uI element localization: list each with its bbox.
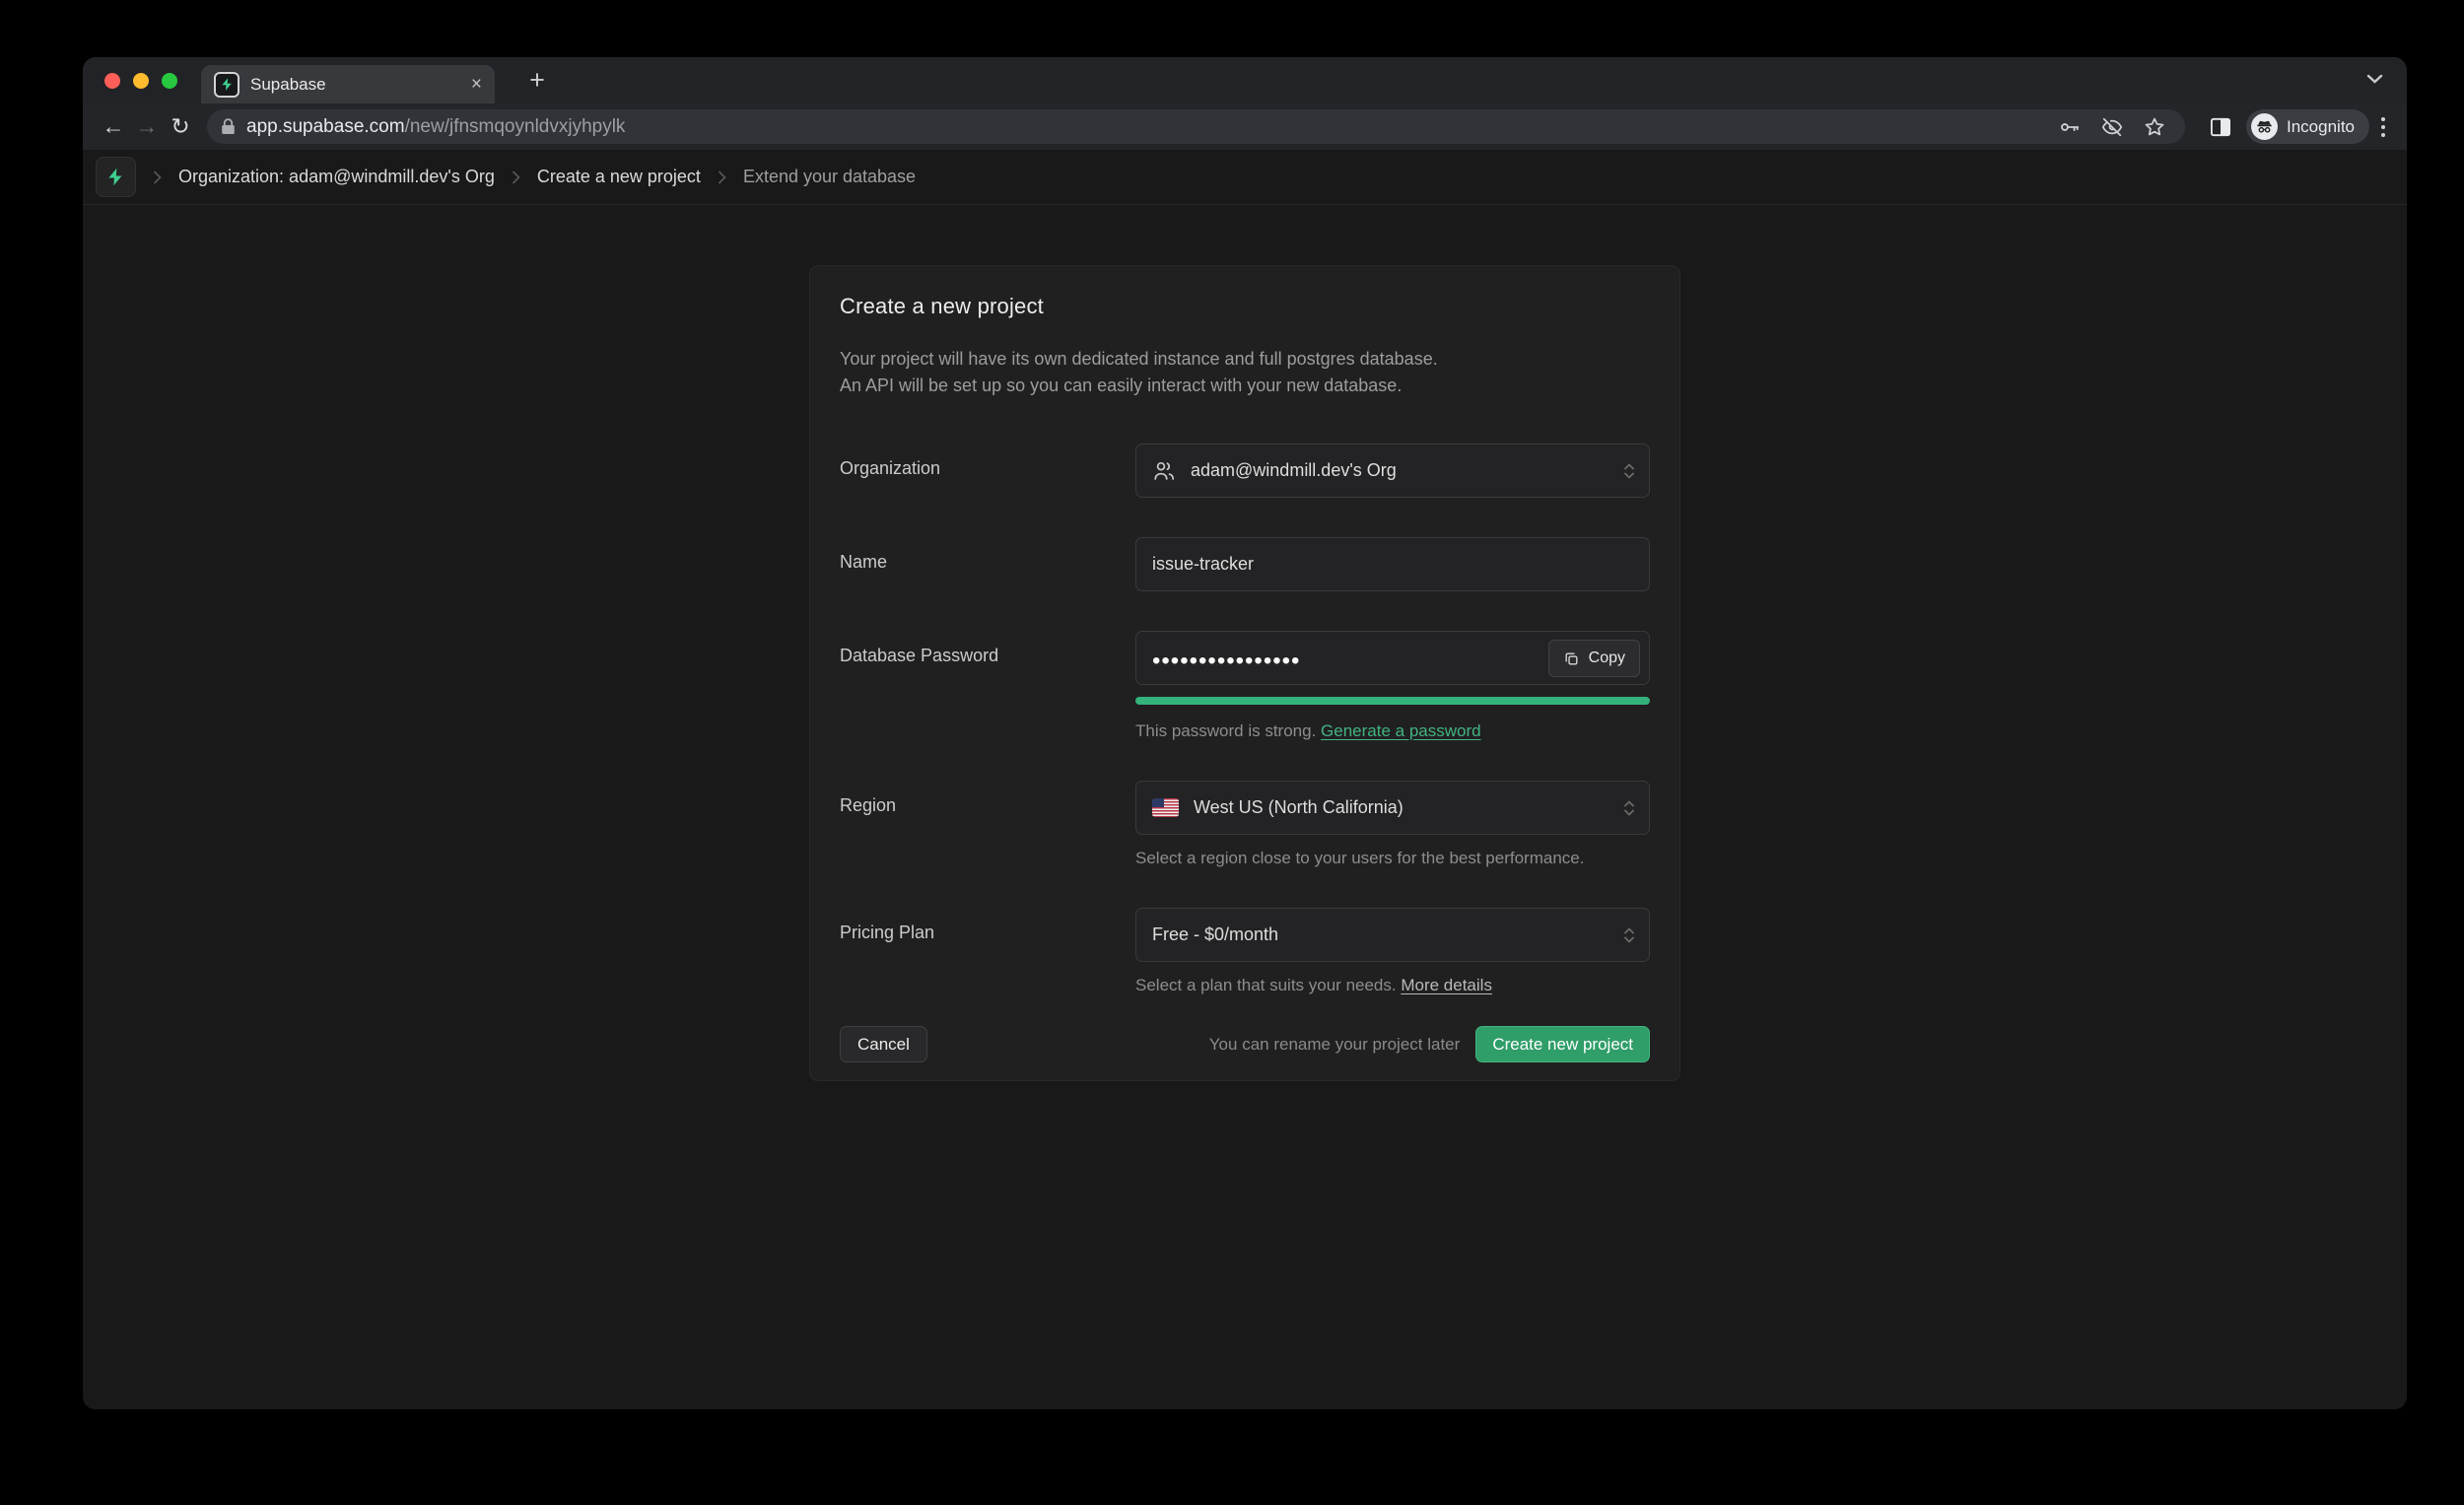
region-select[interactable]: West US (North California): [1135, 781, 1650, 835]
chevron-right-icon: [152, 170, 163, 185]
password-input[interactable]: •••••••••••••••• Copy: [1135, 631, 1650, 685]
lock-icon[interactable]: [221, 118, 236, 135]
back-arrow-icon: ←: [103, 113, 125, 140]
pricing-column: Free - $0/month Select a plan that suits…: [1135, 908, 1650, 995]
url-text: app.supabase.com/new/jfnsmqoynldvxjyhpyl…: [246, 116, 625, 138]
page-content: Organization: adam@windmill.dev's Org Cr…: [83, 150, 2407, 1409]
supabase-favicon-icon: [214, 72, 240, 98]
card-footer: Cancel You can rename your project later…: [840, 1026, 1650, 1062]
name-value: issue-tracker: [1152, 554, 1254, 575]
side-panel-icon[interactable]: [2205, 111, 2236, 143]
us-flag-icon: [1152, 798, 1179, 817]
browser-menu-button[interactable]: [2381, 117, 2385, 137]
page-title: Create a new project: [840, 294, 1650, 319]
name-row: Name issue-tracker: [840, 537, 1650, 591]
region-column: West US (North California) Select a regi…: [1135, 781, 1650, 868]
create-project-card: Create a new project Your project will h…: [809, 265, 1680, 1081]
pricing-value: Free - $0/month: [1152, 924, 1278, 945]
name-input[interactable]: issue-tracker: [1135, 537, 1650, 591]
reload-button[interactable]: ↻: [164, 110, 197, 144]
window-zoom-button[interactable]: [162, 73, 177, 89]
chevron-right-icon: [511, 170, 521, 185]
pricing-helper: Select a plan that suits your needs. Mor…: [1135, 976, 1650, 995]
incognito-spy-icon: [2251, 113, 2278, 140]
name-label: Name: [840, 537, 1135, 591]
password-row: Database Password •••••••••••••••• Copy: [840, 631, 1650, 741]
strength-text: This password is strong.: [1135, 721, 1316, 740]
breadcrumb-extend-database: Extend your database: [743, 167, 916, 187]
forward-arrow-icon: →: [136, 113, 159, 140]
select-chevrons-icon: [1621, 798, 1637, 818]
select-chevrons-icon: [1621, 925, 1637, 945]
main-area: Create a new project Your project will h…: [83, 205, 2407, 1081]
generate-password-link[interactable]: Generate a password: [1321, 721, 1481, 740]
reload-icon: ↻: [171, 113, 189, 140]
chevron-right-icon: [717, 170, 727, 185]
eye-off-icon[interactable]: [2101, 116, 2123, 138]
rename-note: You can rename your project later: [1209, 1035, 1461, 1055]
tab-title: Supabase: [250, 75, 326, 95]
tab-strip: Supabase × +: [83, 57, 2407, 103]
url-domain: app.supabase.com: [246, 116, 405, 137]
forward-button[interactable]: →: [130, 110, 164, 144]
breadcrumb: Organization: adam@windmill.dev's Org Cr…: [83, 150, 2407, 205]
organization-select[interactable]: adam@windmill.dev's Org: [1135, 444, 1650, 498]
pricing-row: Pricing Plan Free - $0/month Select a pl…: [840, 908, 1650, 995]
copy-icon: [1563, 650, 1580, 667]
password-helper: This password is strong. Generate a pass…: [1135, 721, 1650, 741]
plus-icon: +: [529, 67, 545, 94]
omnibox-actions: [2059, 116, 2171, 138]
breadcrumb-organization[interactable]: Organization: adam@windmill.dev's Org: [178, 167, 495, 187]
browser-window: Supabase × + ← → ↻ app.supabase.com/new/…: [83, 57, 2407, 1409]
pricing-select[interactable]: Free - $0/month: [1135, 908, 1650, 962]
pricing-helper-text: Select a plan that suits your needs.: [1135, 976, 1397, 994]
footer-right: You can rename your project later Create…: [1209, 1026, 1650, 1062]
region-row: Region West US (North California) Select…: [840, 781, 1650, 868]
password-label: Database Password: [840, 631, 1135, 741]
bookmark-star-icon[interactable]: [2144, 116, 2165, 138]
pricing-label: Pricing Plan: [840, 908, 1135, 995]
address-bar[interactable]: app.supabase.com/new/jfnsmqoynldvxjyhpyl…: [207, 109, 2185, 144]
create-new-project-button[interactable]: Create new project: [1475, 1026, 1650, 1062]
password-strength-bar: [1135, 697, 1650, 705]
browser-toolbar: ← → ↻ app.supabase.com/new/jfnsmqoynldvx…: [83, 103, 2407, 150]
organization-row: Organization adam@windmill.dev's Org: [840, 444, 1650, 498]
project-form: Organization adam@windmill.dev's Org: [840, 444, 1650, 1062]
incognito-badge: Incognito: [2246, 109, 2369, 144]
back-button[interactable]: ←: [97, 110, 130, 144]
window-close-button[interactable]: [104, 73, 120, 89]
breadcrumb-create-project[interactable]: Create a new project: [537, 167, 701, 187]
window-minimize-button[interactable]: [133, 73, 149, 89]
region-label: Region: [840, 781, 1135, 868]
organization-label: Organization: [840, 444, 1135, 498]
browser-tab-supabase[interactable]: Supabase ×: [201, 65, 495, 103]
tab-search-chevron-icon[interactable]: [2366, 73, 2383, 85]
password-key-icon[interactable]: [2059, 116, 2081, 138]
window-controls: [104, 73, 177, 89]
description-line-1: Your project will have its own dedicated…: [840, 346, 1650, 373]
cancel-button[interactable]: Cancel: [840, 1026, 927, 1062]
incognito-label: Incognito: [2287, 117, 2355, 137]
tab-close-icon[interactable]: ×: [471, 75, 482, 94]
new-tab-button[interactable]: +: [520, 63, 554, 97]
more-details-link[interactable]: More details: [1401, 976, 1492, 994]
users-icon: [1152, 459, 1176, 483]
card-description: Your project will have its own dedicated…: [840, 346, 1650, 399]
url-path: /new/jfnsmqoynldvxjyhpylk: [405, 116, 626, 137]
copy-label: Copy: [1589, 650, 1625, 667]
region-helper: Select a region close to your users for …: [1135, 849, 1650, 868]
region-value: West US (North California): [1194, 797, 1403, 818]
description-line-2: An API will be set up so you can easily …: [840, 373, 1650, 399]
copy-button[interactable]: Copy: [1548, 640, 1640, 677]
select-chevrons-icon: [1621, 461, 1637, 481]
password-masked-value: ••••••••••••••••: [1152, 644, 1300, 673]
password-column: •••••••••••••••• Copy This p: [1135, 631, 1650, 741]
organization-value: adam@windmill.dev's Org: [1191, 460, 1397, 481]
supabase-logo[interactable]: [96, 157, 136, 197]
